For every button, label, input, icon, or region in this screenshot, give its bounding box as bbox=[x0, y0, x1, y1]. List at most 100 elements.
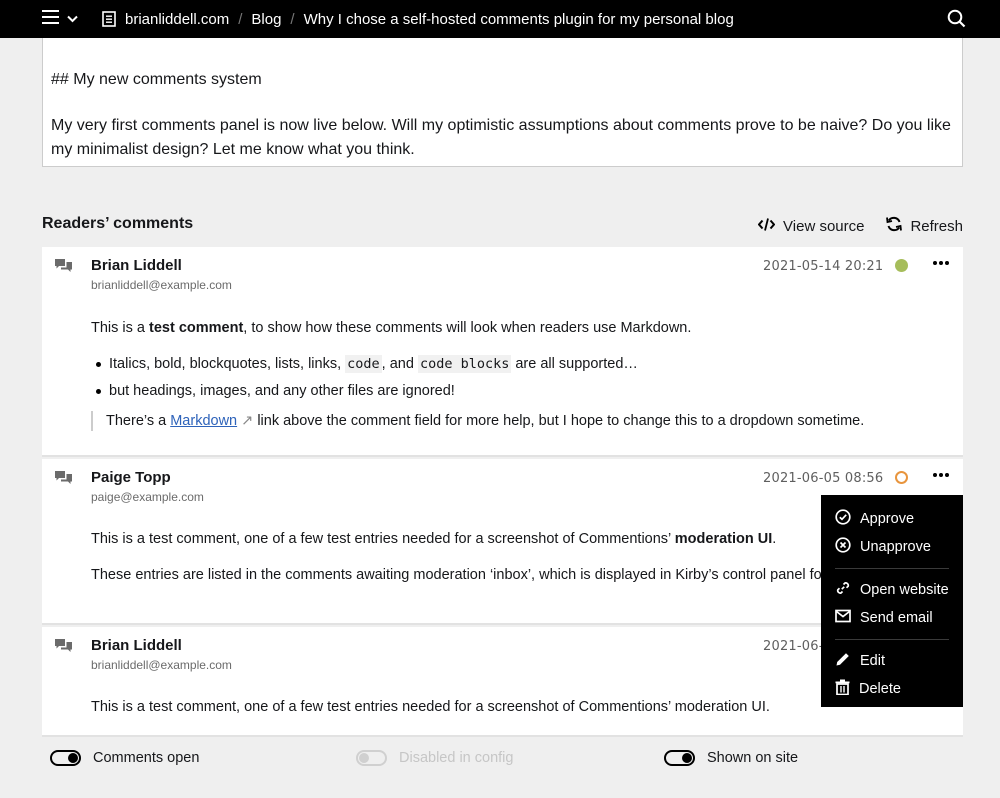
comment-date: 2021-05-14 20:21 bbox=[763, 259, 884, 274]
comment-icon bbox=[55, 471, 72, 491]
toggle-switch[interactable] bbox=[50, 750, 81, 766]
text: , to show how these comments will look w… bbox=[243, 320, 692, 336]
comment-author: Paige Topp bbox=[91, 469, 171, 486]
open-website-label: Open website bbox=[860, 582, 949, 598]
approve-label: Approve bbox=[860, 511, 915, 527]
search-icon bbox=[947, 9, 966, 33]
comment-paragraph: These entries are listed in the comments… bbox=[91, 567, 886, 583]
breadcrumb-blog[interactable]: Blog bbox=[251, 11, 281, 28]
toggle-switch bbox=[356, 750, 387, 766]
check-circle-icon bbox=[835, 509, 851, 529]
open-website-menu-item[interactable]: Open website bbox=[835, 576, 949, 604]
section-actions: View source Refresh bbox=[757, 216, 963, 236]
comment-options-dropdown: Approve Unapprove Open website Send emai… bbox=[821, 495, 963, 707]
view-source-button[interactable]: View source bbox=[757, 216, 865, 236]
unapprove-label: Unapprove bbox=[860, 539, 931, 555]
dot bbox=[939, 261, 943, 265]
comment-date: 2021-06-05 08:56 bbox=[763, 471, 884, 486]
pencil-icon bbox=[835, 651, 851, 671]
comment-paragraph: This is a test comment, one of a few tes… bbox=[91, 699, 770, 715]
text: This is a test comment, one of a few tes… bbox=[91, 531, 675, 547]
external-link-icon: ↗ bbox=[241, 413, 254, 429]
list-item: Italics, bold, blockquotes, lists, links… bbox=[91, 354, 947, 374]
comment-body: This is a test comment, one of a few tes… bbox=[91, 529, 947, 585]
editor-body-line: My very first comments panel is now live… bbox=[51, 117, 951, 158]
section-title: Readers’ comments bbox=[42, 215, 194, 232]
dot bbox=[945, 473, 949, 477]
unapprove-menu-item[interactable]: Unapprove bbox=[835, 533, 949, 561]
dot bbox=[939, 473, 943, 477]
code-icon bbox=[757, 217, 776, 235]
send-email-menu-item[interactable]: Send email bbox=[835, 604, 949, 632]
inline-code: code bbox=[345, 355, 382, 373]
text: This is a bbox=[91, 320, 150, 336]
dot bbox=[933, 473, 937, 477]
comment-author: Brian Liddell bbox=[91, 257, 182, 274]
post-text-editor[interactable]: ## My new comments system My very first … bbox=[42, 38, 963, 167]
menu-divider bbox=[835, 568, 949, 569]
list-item: but headings, images, and any other file… bbox=[91, 381, 947, 401]
view-source-label: View source bbox=[783, 217, 865, 235]
delete-menu-item[interactable]: Delete bbox=[835, 675, 949, 703]
comment-paragraph: This is a test comment, to show how thes… bbox=[91, 318, 947, 338]
comment-list: Italics, bold, blockquotes, lists, links… bbox=[91, 354, 947, 401]
trash-icon bbox=[835, 679, 850, 699]
comment-icon bbox=[55, 259, 72, 279]
comment-author: Brian Liddell bbox=[91, 637, 182, 654]
text: . bbox=[772, 531, 777, 547]
status-pending-indicator bbox=[895, 471, 908, 484]
comments-open-toggle[interactable]: Comments open bbox=[50, 750, 199, 766]
send-email-label: Send email bbox=[860, 610, 933, 626]
page-icon bbox=[102, 11, 116, 27]
shown-on-site-toggle[interactable]: Shown on site bbox=[664, 750, 798, 766]
hamburger-icon bbox=[42, 9, 59, 29]
bold-text: moderation UI bbox=[674, 531, 773, 547]
breadcrumb-separator: / bbox=[238, 10, 243, 28]
top-bar: brianliddell.com / Blog / Why I chose a … bbox=[0, 0, 1000, 38]
menu-divider bbox=[835, 639, 949, 640]
text: There’s a bbox=[106, 413, 171, 429]
inline-code: code blocks bbox=[417, 355, 512, 373]
email-icon bbox=[835, 609, 851, 627]
edit-label: Edit bbox=[860, 653, 885, 669]
comment-email: brianliddell@example.com bbox=[91, 278, 232, 292]
bold-text: test comment bbox=[149, 320, 244, 336]
search-button[interactable] bbox=[947, 9, 966, 33]
refresh-icon bbox=[886, 216, 903, 236]
approve-menu-item[interactable]: Approve bbox=[835, 505, 949, 533]
blockquote: There’s a Markdown ↗ link above the comm… bbox=[91, 411, 947, 431]
comment-body: This is a test comment, one of a few tes… bbox=[91, 697, 947, 717]
comment-email: brianliddell@example.com bbox=[91, 658, 232, 672]
delete-label: Delete bbox=[859, 681, 901, 697]
breadcrumb: brianliddell.com / Blog / Why I chose a … bbox=[102, 11, 734, 28]
refresh-button[interactable]: Refresh bbox=[886, 216, 963, 236]
markdown-link[interactable]: Markdown bbox=[170, 413, 237, 429]
footer-toggles: Comments open Disabled in config Shown o… bbox=[0, 750, 1000, 774]
breadcrumb-page[interactable]: Why I chose a self-hosted comments plugi… bbox=[304, 11, 734, 28]
text: , and bbox=[381, 356, 418, 372]
comment-card: Brian Liddell brianliddell@example.com 2… bbox=[42, 247, 963, 457]
status-approved-indicator bbox=[895, 259, 908, 272]
link-icon bbox=[835, 580, 851, 600]
dot bbox=[945, 261, 949, 265]
breadcrumb-separator: / bbox=[290, 10, 295, 28]
refresh-label: Refresh bbox=[910, 217, 963, 235]
more-options-button[interactable] bbox=[933, 261, 949, 265]
toggle-switch[interactable] bbox=[664, 750, 695, 766]
dot bbox=[933, 261, 937, 265]
comments-open-label: Comments open bbox=[93, 750, 200, 766]
breadcrumb-site[interactable]: brianliddell.com bbox=[125, 11, 229, 28]
disabled-in-config-toggle: Disabled in config bbox=[356, 750, 513, 766]
text: link above the comment field for more he… bbox=[253, 413, 865, 429]
text: are all supported… bbox=[511, 356, 638, 372]
comment-icon bbox=[55, 639, 72, 659]
cancel-circle-icon bbox=[835, 537, 851, 557]
comment-paragraph: This is a test comment, one of a few tes… bbox=[91, 529, 947, 549]
edit-menu-item[interactable]: Edit bbox=[835, 647, 949, 675]
more-options-button[interactable] bbox=[933, 473, 949, 477]
chevron-down-icon bbox=[67, 10, 78, 28]
comment-email: paige@example.com bbox=[91, 490, 204, 504]
text: Italics, bold, blockquotes, lists, links… bbox=[109, 356, 346, 372]
editor-heading-line: ## My new comments system bbox=[51, 71, 262, 88]
menu-button[interactable] bbox=[42, 0, 78, 38]
